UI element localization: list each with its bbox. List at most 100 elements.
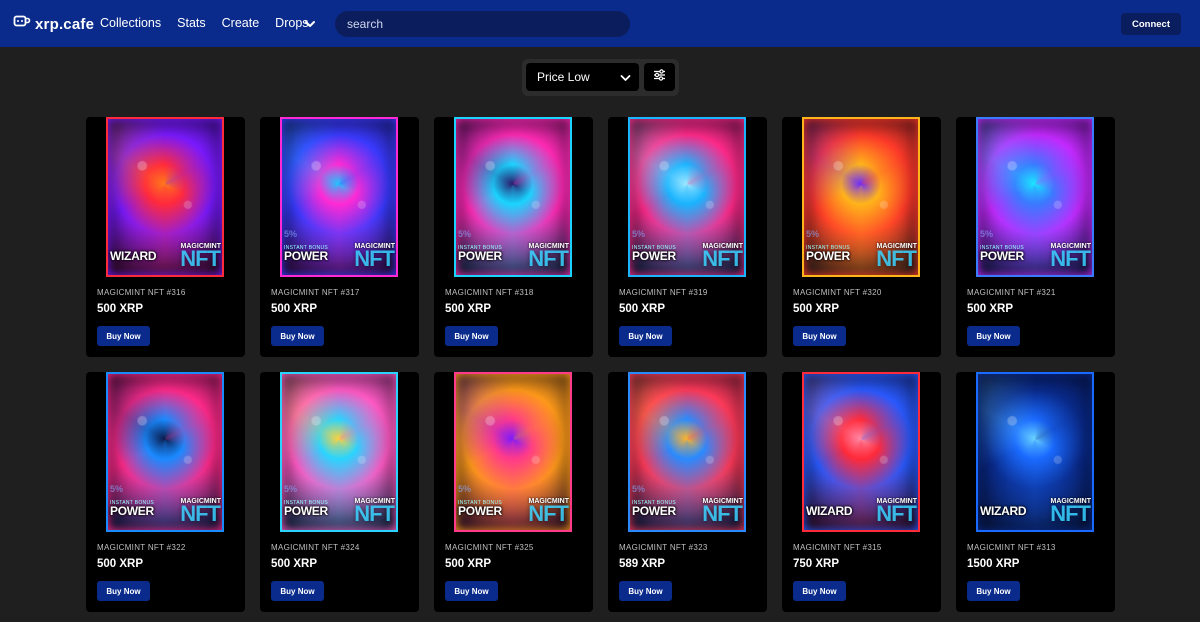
buy-now-button[interactable]: Buy Now xyxy=(793,326,846,346)
nft-price: 500 XRP xyxy=(97,303,144,315)
nft-art-percent: 5% xyxy=(458,484,472,494)
nft-image[interactable]: 5% INSTANT BONUS POWER MAGICMINT NFT xyxy=(280,117,398,277)
nft-card[interactable]: 5% INSTANT BONUS POWER MAGICMINT NFT MAG… xyxy=(86,372,245,612)
chevron-down-icon xyxy=(620,72,631,86)
cup-icon xyxy=(13,14,31,35)
nft-card[interactable]: WIZARD MAGICMINT NFT MAGICMINT NFT #313 … xyxy=(956,372,1115,612)
nft-price: 500 XRP xyxy=(967,303,1014,315)
nft-name: MAGICMINT NFT #313 xyxy=(967,543,1056,552)
nft-art-label: POWER xyxy=(806,249,850,263)
nft-art-nft: NFT xyxy=(876,246,917,271)
nft-name: MAGICMINT NFT #319 xyxy=(619,288,708,297)
nft-art-percent: 5% xyxy=(980,229,994,239)
nft-art-nft: NFT xyxy=(1050,246,1091,271)
nft-card[interactable]: 5% INSTANT BONUS POWER MAGICMINT NFT MAG… xyxy=(956,117,1115,357)
top-nav-bar: xrp.cafe Collections Stats Create Drops … xyxy=(0,0,1200,47)
nft-art-label: POWER xyxy=(458,504,502,518)
nft-price: 500 XRP xyxy=(793,303,840,315)
nft-art-nft: NFT xyxy=(180,501,221,526)
nft-art-percent: 5% xyxy=(110,484,124,494)
buy-now-button[interactable]: Buy Now xyxy=(445,581,498,601)
buy-now-button[interactable]: Buy Now xyxy=(967,326,1020,346)
nft-price: 500 XRP xyxy=(445,303,492,315)
sliders-icon xyxy=(653,68,666,86)
nft-price: 500 XRP xyxy=(271,303,318,315)
nft-art-percent: 5% xyxy=(284,484,298,494)
buy-now-button[interactable]: Buy Now xyxy=(445,326,498,346)
buy-now-button[interactable]: Buy Now xyxy=(793,581,846,601)
nft-art-percent: 5% xyxy=(806,229,820,239)
nft-art-label: WIZARD xyxy=(110,249,157,263)
sort-dropdown[interactable]: Price Low xyxy=(526,63,639,91)
nft-card[interactable]: WIZARD MAGICMINT NFT MAGICMINT NFT #316 … xyxy=(86,117,245,357)
nft-price: 1500 XRP xyxy=(967,558,1020,570)
nft-image[interactable]: 5% INSTANT BONUS POWER MAGICMINT NFT xyxy=(280,372,398,532)
nft-image[interactable]: 5% INSTANT BONUS POWER MAGICMINT NFT xyxy=(106,372,224,532)
nft-card[interactable]: 5% INSTANT BONUS POWER MAGICMINT NFT MAG… xyxy=(782,117,941,357)
nft-art-label: POWER xyxy=(632,249,676,263)
nft-card[interactable]: 5% INSTANT BONUS POWER MAGICMINT NFT MAG… xyxy=(434,117,593,357)
buy-now-button[interactable]: Buy Now xyxy=(271,581,324,601)
nft-art-nft: NFT xyxy=(354,501,395,526)
nft-price: 500 XRP xyxy=(271,558,318,570)
nft-art-nft: NFT xyxy=(876,501,917,526)
buy-now-button[interactable]: Buy Now xyxy=(967,581,1020,601)
buy-now-button[interactable]: Buy Now xyxy=(97,326,150,346)
nav-collections[interactable]: Collections xyxy=(100,16,161,30)
nft-name: MAGICMINT NFT #325 xyxy=(445,543,534,552)
nft-art-label: WIZARD xyxy=(806,504,853,518)
nft-price: 750 XRP xyxy=(793,558,840,570)
nft-art-label: POWER xyxy=(632,504,676,518)
buy-now-button[interactable]: Buy Now xyxy=(97,581,150,601)
nft-price: 500 XRP xyxy=(97,558,144,570)
nft-image[interactable]: WIZARD MAGICMINT NFT xyxy=(106,117,224,277)
nft-art-percent: 5% xyxy=(632,229,646,239)
nft-price: 500 XRP xyxy=(445,558,492,570)
sort-bar: Price Low xyxy=(522,59,679,96)
nft-card[interactable]: 5% INSTANT BONUS POWER MAGICMINT NFT MAG… xyxy=(260,372,419,612)
nft-price: 500 XRP xyxy=(619,303,666,315)
nft-art-nft: NFT xyxy=(528,246,569,271)
nft-image[interactable]: 5% INSTANT BONUS POWER MAGICMINT NFT xyxy=(802,117,920,277)
nft-card[interactable]: WIZARD MAGICMINT NFT MAGICMINT NFT #315 … xyxy=(782,372,941,612)
chevron-down-icon[interactable] xyxy=(303,17,317,36)
filter-button[interactable] xyxy=(644,63,675,91)
nft-art-nft: NFT xyxy=(1050,501,1091,526)
buy-now-button[interactable]: Buy Now xyxy=(619,581,672,601)
nft-card[interactable]: 5% INSTANT BONUS POWER MAGICMINT NFT MAG… xyxy=(608,372,767,612)
search-input[interactable] xyxy=(347,17,630,31)
nft-card[interactable]: 5% INSTANT BONUS POWER MAGICMINT NFT MAG… xyxy=(260,117,419,357)
logo-text: xrp.cafe xyxy=(35,16,95,33)
nft-art-nft: NFT xyxy=(702,246,743,271)
nft-card[interactable]: 5% INSTANT BONUS POWER MAGICMINT NFT MAG… xyxy=(608,117,767,357)
nft-name: MAGICMINT NFT #323 xyxy=(619,543,708,552)
nft-art-label: POWER xyxy=(980,249,1024,263)
nft-image[interactable]: 5% INSTANT BONUS POWER MAGICMINT NFT xyxy=(628,117,746,277)
nft-name: MAGICMINT NFT #321 xyxy=(967,288,1056,297)
buy-now-button[interactable]: Buy Now xyxy=(271,326,324,346)
nft-name: MAGICMINT NFT #324 xyxy=(271,543,360,552)
nft-art-nft: NFT xyxy=(180,246,221,271)
nft-art-percent: 5% xyxy=(458,229,472,239)
nft-art-label: POWER xyxy=(458,249,502,263)
nft-name: MAGICMINT NFT #316 xyxy=(97,288,186,297)
sort-selected-value: Price Low xyxy=(537,70,590,84)
logo[interactable]: xrp.cafe xyxy=(13,14,94,35)
nft-image[interactable]: 5% INSTANT BONUS POWER MAGICMINT NFT xyxy=(454,117,572,277)
nft-name: MAGICMINT NFT #322 xyxy=(97,543,186,552)
nft-art-nft: NFT xyxy=(702,501,743,526)
main-nav: Collections Stats Create Drops xyxy=(100,16,309,30)
nft-card[interactable]: 5% INSTANT BONUS POWER MAGICMINT NFT MAG… xyxy=(434,372,593,612)
nft-image[interactable]: 5% INSTANT BONUS POWER MAGICMINT NFT xyxy=(976,117,1094,277)
connect-button[interactable]: Connect xyxy=(1121,13,1181,35)
nft-image[interactable]: WIZARD MAGICMINT NFT xyxy=(802,372,920,532)
nav-create[interactable]: Create xyxy=(222,16,260,30)
nft-art-percent: 5% xyxy=(632,484,646,494)
nft-name: MAGICMINT NFT #320 xyxy=(793,288,882,297)
nav-stats[interactable]: Stats xyxy=(177,16,206,30)
buy-now-button[interactable]: Buy Now xyxy=(619,326,672,346)
nft-image[interactable]: 5% INSTANT BONUS POWER MAGICMINT NFT xyxy=(454,372,572,532)
nft-image[interactable]: WIZARD MAGICMINT NFT xyxy=(976,372,1094,532)
nft-image[interactable]: 5% INSTANT BONUS POWER MAGICMINT NFT xyxy=(628,372,746,532)
nft-art-label: POWER xyxy=(110,504,154,518)
